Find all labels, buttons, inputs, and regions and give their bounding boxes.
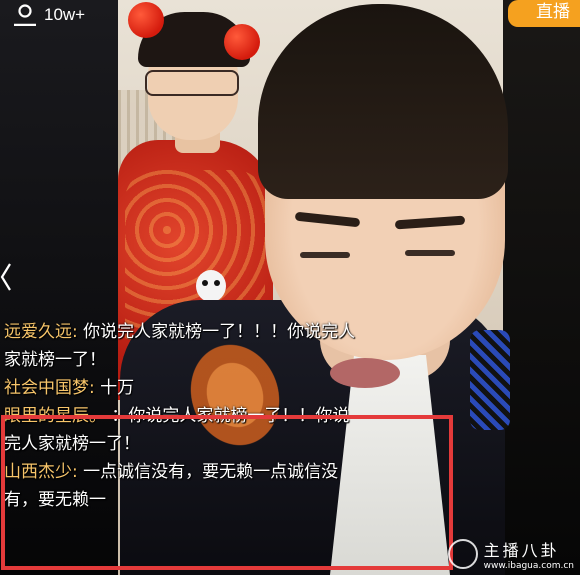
hair-pom-right <box>224 24 260 60</box>
glasses <box>145 70 239 96</box>
watermark-title: 主播八卦 <box>483 541 560 560</box>
watermark-text: 主播八卦 www.ibagua.com.cn <box>484 537 574 571</box>
panda-toy <box>196 270 226 302</box>
live-stream-view: 10w+ 直播 远爱久远: 你说完人家就榜一了！！！你说完人 家就榜一了！ 社会… <box>0 0 580 575</box>
camera-logo-icon <box>447 539 478 569</box>
eye-right <box>405 250 455 256</box>
viewer-counter[interactable]: 10w+ <box>0 0 120 30</box>
comment-username[interactable]: 社会中国梦: <box>4 378 95 398</box>
comment-text: 家就榜一了！ <box>4 350 106 370</box>
live-button[interactable]: 直播 <box>508 0 580 27</box>
eye-left <box>300 252 350 258</box>
comment-text: 十万 <box>100 378 135 398</box>
watermark: 主播八卦 www.ibagua.com.cn <box>447 537 574 571</box>
comment-username[interactable]: 远爱久远: <box>4 322 78 342</box>
watermark-url: www.ibagua.com.cn <box>483 561 574 571</box>
comment-line: 远爱久远: 你说完人家就榜一了！！！你说完人 <box>4 318 444 346</box>
person-icon <box>14 4 36 26</box>
comment-line: 家就榜一了！ <box>4 346 444 374</box>
comment-line: 社会中国梦: 十万 <box>4 374 444 402</box>
chevron-left-icon[interactable] <box>0 262 12 292</box>
highlight-box <box>1 415 453 570</box>
jacket-pattern <box>470 330 510 430</box>
comment-text: 你说完人家就榜一了！！！你说完人 <box>83 322 356 342</box>
hair-pom-left <box>128 2 164 38</box>
viewer-count: 10w+ <box>44 5 86 24</box>
